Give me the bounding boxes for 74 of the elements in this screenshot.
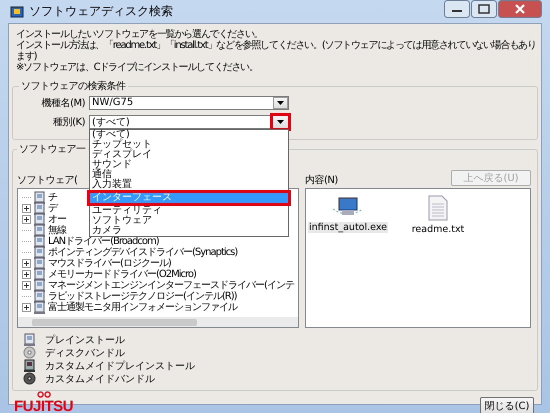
disc-icon: [23, 372, 36, 385]
instruction-text: インストール方法は、「readme.txt」「install.txt」などを参照してください。(ソフトウェアによっては用意されていない場合もあります): [16, 40, 537, 62]
file-name[interactable]: readme.txt: [410, 224, 466, 235]
computer-icon: [33, 257, 46, 270]
app-icon: [10, 4, 24, 18]
computer-icon: [33, 268, 46, 281]
dropdown-button[interactable]: [273, 96, 288, 108]
dropdown-option[interactable]: ソフトウェア: [90, 216, 288, 226]
computer-icon: [33, 301, 46, 314]
dropdown-option[interactable]: カメラ: [90, 226, 288, 236]
expand-icon[interactable]: [22, 204, 31, 213]
instruction-text: ※ソフトウェアは、Cドライブにインストールしてください。: [16, 62, 259, 73]
instruction-text: インストールしたいソフトウェアを一覧から選んでください。: [16, 29, 264, 40]
computer-icon: [23, 333, 36, 346]
dropdown-option[interactable]: (すべて): [90, 130, 288, 140]
close-icon[interactable]: [498, 0, 542, 18]
maximize-icon[interactable]: [471, 0, 497, 18]
field-label: 機種名(M): [40, 96, 85, 110]
group-title: ソフトウェア一: [18, 143, 86, 156]
computer-icon: [33, 224, 46, 237]
dropdown-field[interactable]: NW/G75: [89, 96, 289, 110]
tree-item[interactable]: チ: [48, 192, 57, 203]
company-logo: FUJITSU: [14, 398, 74, 413]
computer-icon: [33, 235, 46, 248]
expand-icon[interactable]: [22, 303, 31, 312]
text-file-icon: [427, 195, 449, 221]
dropdown-button[interactable]: [270, 112, 291, 130]
tree-item[interactable]: 富士通製モニタ用インフォメーションファイル: [48, 302, 237, 313]
caret-icon: [277, 100, 284, 104]
group-title: ソフトウェアの検索条件: [20, 80, 127, 93]
dropdown-option[interactable]: ディスプレイ: [90, 150, 288, 160]
computer-icon: [33, 279, 46, 292]
field-value: (すべて): [92, 116, 131, 128]
computer-icon: [33, 290, 46, 303]
tree-item[interactable]: ポインティングデバイスドライバー(Synaptics): [48, 247, 238, 258]
tree-item[interactable]: メモリーカードドライバー(O2Micro): [48, 269, 196, 280]
dropdown-option[interactable]: 通信: [90, 170, 288, 180]
computer-icon: [33, 246, 46, 259]
infinity-icon: [36, 391, 50, 398]
tree-item[interactable]: デ: [48, 203, 57, 214]
dropdown-option[interactable]: チップセット: [90, 140, 288, 150]
tree-item[interactable]: ラピッドストレージテクノロジー(インテル(R)): [48, 291, 237, 302]
tree-item[interactable]: マウスドライバー(ロジクール): [48, 258, 171, 269]
expand-icon[interactable]: [22, 281, 31, 290]
content-label: 内容(N): [305, 174, 338, 186]
horizontal-scrollbar[interactable]: [18, 317, 298, 327]
dropdown-option[interactable]: 入力装置: [90, 180, 288, 190]
legend-label: カスタムメイドプレインストール: [45, 360, 195, 372]
disc-icon: [23, 346, 36, 359]
minimize-icon[interactable]: [444, 0, 470, 18]
computer-icon: [23, 359, 36, 372]
computer-icon: [33, 191, 46, 204]
legend-label: プレインストール: [45, 334, 125, 346]
legend-label: ディスクバンドル: [45, 346, 125, 360]
tree-item[interactable]: 無線: [48, 225, 66, 236]
field-label: 種別(K): [52, 116, 85, 128]
expand-icon[interactable]: [22, 270, 31, 279]
tree-item[interactable]: オー: [48, 214, 66, 225]
file-name[interactable]: infinst_autol.exe: [308, 222, 388, 233]
tree-item[interactable]: マネージメントエンジンインターフェースドライバー(インテ: [48, 280, 294, 291]
expand-icon[interactable]: [22, 259, 31, 268]
dropdown-option[interactable]: サウンド: [90, 160, 288, 170]
close-button[interactable]: 閉じる(C): [480, 397, 534, 413]
field-value: NW/G75: [92, 97, 134, 108]
tree-item[interactable]: LANドライバー(Broadcom): [48, 236, 159, 247]
expand-icon[interactable]: [22, 215, 31, 224]
window-title: ソフトウェアディスク検索: [29, 3, 173, 20]
legend-label: カスタムメイドバンドル: [45, 372, 155, 386]
dropdown-option[interactable]: ユーティリティ: [90, 206, 288, 216]
computer-icon: [33, 213, 46, 226]
caret-icon: [277, 120, 284, 124]
computer-icon: [33, 202, 46, 215]
scroll-thumb[interactable]: [32, 318, 197, 326]
tree-label: ソフトウェア(: [17, 174, 78, 186]
